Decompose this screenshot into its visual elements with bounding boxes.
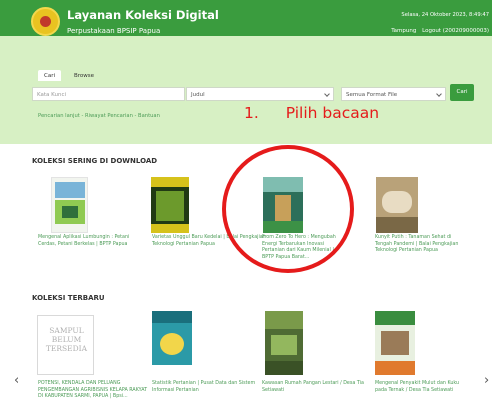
annotation-number: 1. <box>244 104 259 122</box>
cover-graphic <box>375 361 415 375</box>
format-select[interactable]: Semua Format File <box>341 87 446 101</box>
instruction-annotation: 1. Pilih bacaan <box>244 104 379 122</box>
library-logo-icon[interactable] <box>31 7 60 36</box>
cover-graphic <box>62 206 78 218</box>
book-cover[interactable] <box>375 311 415 375</box>
popular-section-title: KOLEKSI SERING DI DOWNLOAD <box>32 157 158 165</box>
cover-placeholder-text: SAMPUL BELUM TERSEDIA <box>45 326 88 353</box>
carousel-prev-arrow-icon[interactable]: ‹ <box>14 373 19 388</box>
book-title-link[interactable]: Statistik Pertanian | Pusat Data dan Sis… <box>152 381 257 394</box>
field-select-value: Judul <box>191 92 205 98</box>
search-button[interactable]: Cari <box>450 84 474 101</box>
app-title[interactable]: Layanan Koleksi Digital <box>67 8 219 22</box>
cover-graphic <box>151 224 189 233</box>
annotation-text: Pilih bacaan <box>285 104 380 122</box>
cover-graphic <box>375 311 415 325</box>
cover-graphic <box>152 365 192 375</box>
field-select[interactable]: Judul <box>186 87 334 101</box>
book-cover[interactable] <box>265 311 303 375</box>
cover-graphic <box>376 217 418 233</box>
carousel-next-arrow-icon[interactable]: › <box>484 373 489 388</box>
cover-graphic <box>382 191 412 213</box>
book-title-link[interactable]: Mengenal Penyakit Mulut dan Kuku pada Te… <box>375 381 471 394</box>
cover-graphic <box>152 311 192 323</box>
chevron-down-icon <box>436 91 442 97</box>
app-subtitle: Perpustakaan BPSIP Papua <box>67 27 161 35</box>
cover-graphic <box>55 182 85 198</box>
search-links[interactable]: Pencarian lanjut - Riwayat Pencarian - B… <box>38 113 160 119</box>
top-nav: Tampung Logout (200209000003) <box>387 28 489 34</box>
keyword-input[interactable]: Kata Kunci <box>32 87 185 101</box>
book-title-link[interactable]: Kunyit Putih : Tanaman Sehat di Tengah P… <box>375 235 465 255</box>
format-select-value: Semua Format File <box>346 92 398 98</box>
cover-graphic <box>381 331 409 355</box>
cover-graphic <box>160 333 184 355</box>
keyword-placeholder: Kata Kunci <box>37 92 67 98</box>
book-cover-placeholder[interactable]: SAMPUL BELUM TERSEDIA <box>37 315 94 375</box>
book-title-link[interactable]: Mengenal Aplikasi Lumbungin : Petani Cer… <box>38 235 142 248</box>
tab-browse[interactable]: Browse <box>68 70 100 81</box>
book-cover[interactable] <box>152 311 192 375</box>
cover-graphic <box>265 361 303 375</box>
latest-section-title: KOLEKSI TERBARU <box>32 294 105 302</box>
cover-graphic <box>271 335 297 355</box>
datetime-display: Selasa, 24 Oktober 2023, 8:49:47 <box>401 12 489 18</box>
book-cover[interactable] <box>376 177 418 233</box>
logout-link[interactable]: Logout (200209000003) <box>422 28 489 34</box>
cover-graphic <box>265 311 303 329</box>
tampung-link[interactable]: Tampung <box>391 28 416 34</box>
cover-graphic <box>156 191 184 221</box>
book-cover[interactable] <box>51 177 88 233</box>
app-header: Layanan Koleksi Digital Perpustakaan BPS… <box>0 0 492 36</box>
chevron-down-icon <box>324 91 330 97</box>
book-title-link[interactable]: Kawasan Rumah Pangan Lestari / Desa Tia … <box>262 381 374 394</box>
highlight-circle <box>222 145 354 273</box>
tab-cari[interactable]: Cari <box>38 70 61 81</box>
book-cover[interactable] <box>151 177 189 233</box>
cover-graphic <box>151 177 189 187</box>
book-title-link[interactable]: POTENSI, KENDALA DAN PELUANG PENGEMBANGA… <box>38 381 150 401</box>
